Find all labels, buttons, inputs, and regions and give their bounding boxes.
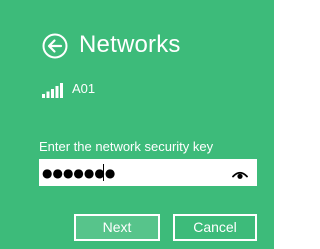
security-key-input[interactable] [39,159,219,186]
cancel-button[interactable]: Cancel [173,214,257,241]
security-key-label: Enter the network security key [39,139,214,154]
signal-strength-icon [42,83,63,98]
reveal-password-button[interactable] [232,167,248,179]
text-caret [103,164,104,181]
network-item: A01 [42,80,242,100]
security-key-field[interactable] [39,159,257,186]
network-connect-panel: Networks A01 Enter the network security … [0,0,278,249]
back-arrow-circle-icon [42,33,68,59]
eye-icon [232,171,248,179]
next-button[interactable]: Next [74,214,160,241]
back-button[interactable] [42,33,68,59]
page-title: Networks [79,31,181,58]
network-name: A01 [72,81,96,96]
